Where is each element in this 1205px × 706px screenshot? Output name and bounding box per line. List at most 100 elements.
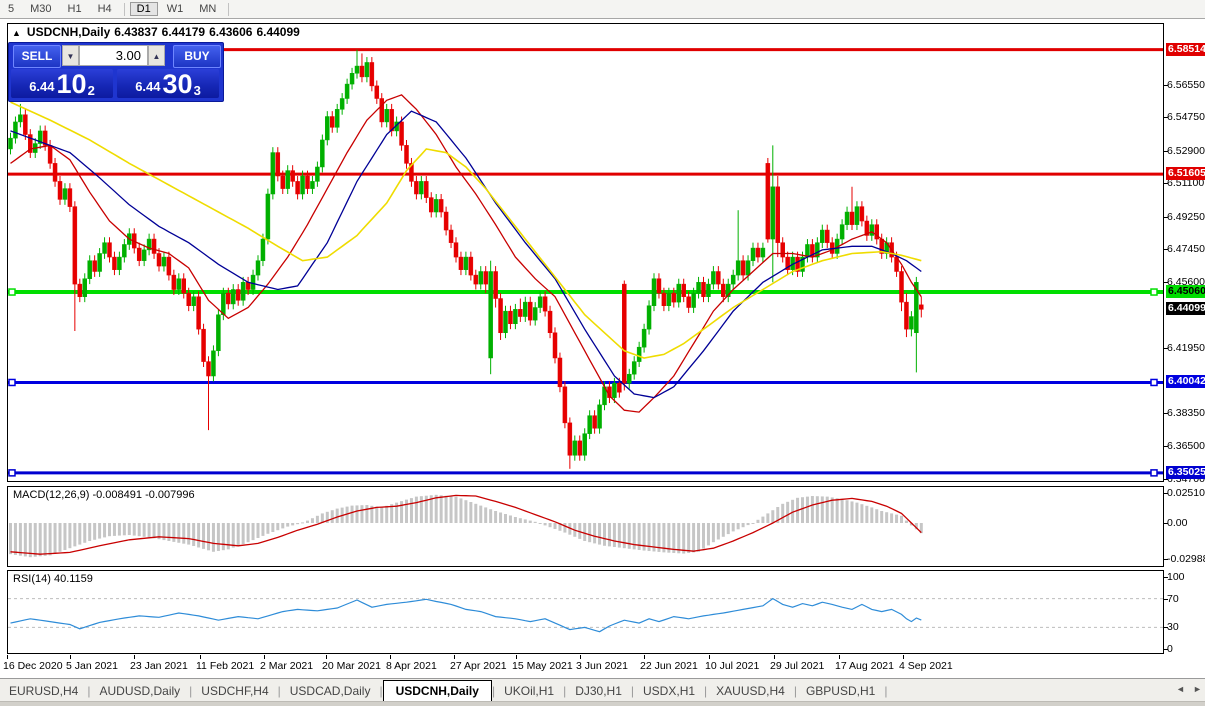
candle-body: [518, 309, 523, 317]
macd-histogram-bar: [870, 507, 874, 523]
macd-histogram-bar: [355, 505, 359, 523]
macd-histogram-bar: [33, 523, 37, 557]
candle-body: [478, 271, 483, 285]
macd-histogram-bar: [405, 499, 408, 523]
macd-histogram-bar: [152, 523, 156, 539]
timeframe-button-m30[interactable]: M30: [23, 2, 58, 16]
line-handle[interactable]: [8, 288, 16, 296]
chart-tab-usdx[interactable]: USDX,H1: [634, 681, 704, 702]
candle-body: [82, 278, 87, 297]
buy-price-button[interactable]: 6.44 30 3: [117, 69, 219, 98]
chart-tab-audusd[interactable]: AUDUSD,Daily: [90, 681, 189, 702]
macd-histogram-bar: [147, 523, 151, 538]
macd-histogram-bar: [127, 523, 131, 535]
macd-histogram-bar: [840, 499, 844, 523]
ohlc-close: 6.44099: [256, 25, 300, 39]
collapse-icon[interactable]: ▲: [12, 28, 21, 38]
macd-histogram-bar: [93, 523, 97, 540]
chart-tab-usdcnh[interactable]: USDCNH,Daily: [382, 680, 492, 703]
line-handle[interactable]: [1150, 469, 1158, 477]
timeframe-button-w1[interactable]: W1: [160, 2, 191, 16]
candle-body: [765, 163, 771, 240]
candle-body: [102, 242, 107, 254]
macd-histogram-bar: [890, 513, 894, 523]
timeframe-button-d1[interactable]: D1: [129, 2, 158, 16]
chart-tab-eurusd[interactable]: EURUSD,H4: [0, 681, 87, 702]
macd-histogram-bar: [350, 505, 354, 523]
macd-histogram-bar: [494, 511, 498, 523]
macd-histogram-bar: [271, 523, 275, 532]
price-tick-label: 6.52900: [1167, 144, 1205, 157]
timeframe-button-h4[interactable]: H4: [91, 2, 119, 16]
macd-histogram-bar: [192, 523, 196, 547]
rsi-panel[interactable]: RSI(14) 40.1159: [7, 570, 1164, 654]
candle-body: [463, 256, 469, 270]
sell-price-small: 6.44: [29, 79, 55, 94]
macd-histogram-bar: [182, 523, 186, 544]
rsi-tick-label: 0: [1167, 643, 1173, 655]
tab-scroll-left-icon[interactable]: ◄: [1176, 684, 1185, 694]
price-tick-label: 6.56550: [1167, 78, 1205, 91]
macd-histogram-bar: [18, 523, 22, 556]
rsi-chart[interactable]: [8, 571, 1163, 653]
axis-tick: [1164, 248, 1168, 250]
timeframe-button-h1[interactable]: H1: [61, 2, 89, 16]
volume-decrease-icon[interactable]: ▼: [62, 45, 79, 66]
date-tick: [390, 655, 391, 659]
chart-tab-usdchf[interactable]: USDCHF,H4: [192, 681, 277, 702]
macd-histogram-bar: [469, 502, 473, 523]
axis-tick: [1164, 446, 1168, 448]
candle-body: [617, 382, 622, 393]
macd-histogram-bar: [306, 520, 309, 523]
candle-body: [483, 271, 488, 285]
candle-body: [364, 62, 370, 78]
timeframe-button-mn[interactable]: MN: [192, 2, 223, 16]
macd-histogram-bar: [687, 523, 691, 553]
sell-button[interactable]: SELL: [13, 45, 61, 68]
macd-histogram-bar: [885, 512, 889, 523]
sell-price-button[interactable]: 6.44 10 2: [11, 69, 113, 98]
line-handle[interactable]: [8, 469, 16, 477]
line-handle[interactable]: [1150, 288, 1158, 296]
chart-tab-usdcad[interactable]: USDCAD,Daily: [281, 681, 380, 702]
macd-histogram-bar: [672, 523, 676, 553]
candle-body: [196, 296, 201, 330]
axis-tick: [1164, 478, 1168, 480]
candle-body: [904, 301, 909, 330]
timeframe-button-5[interactable]: 5: [1, 2, 21, 16]
line-handle[interactable]: [1150, 378, 1158, 387]
volume-increase-icon[interactable]: ▲: [148, 45, 165, 66]
candle-body: [320, 139, 325, 168]
axis-tick: [1164, 492, 1168, 494]
candle-body: [438, 199, 444, 213]
candle-body: [419, 181, 424, 195]
macd-histogram-bar: [266, 523, 270, 534]
volume-input[interactable]: 3.00: [79, 45, 148, 66]
macd-histogram-bar: [98, 523, 102, 539]
candle-body: [532, 307, 538, 321]
buy-button[interactable]: BUY: [173, 45, 221, 68]
candle-body: [245, 282, 251, 290]
chart-tab-ukoil[interactable]: UKOil,H1: [495, 681, 563, 702]
macd-histogram-bar: [246, 523, 250, 543]
macd-histogram-bar: [63, 523, 67, 550]
toolbar-separator: [228, 2, 230, 16]
candle-body: [112, 256, 117, 270]
axis-tick: [1164, 84, 1168, 86]
macd-histogram-bar: [702, 523, 705, 549]
candle-body: [582, 433, 587, 456]
candle-body: [13, 121, 18, 139]
date-label: 3 Jun 2021: [576, 660, 628, 672]
candle-body: [151, 238, 157, 254]
line-handle[interactable]: [8, 378, 16, 387]
tab-scroll-right-icon[interactable]: ►: [1193, 684, 1202, 694]
macd-panel[interactable]: MACD(12,26,9) -0.008491 -0.007996: [7, 486, 1164, 567]
chart-tab-gbpusd[interactable]: GBPUSD,H1: [797, 681, 884, 702]
chart-tab-dj30[interactable]: DJ30,H1: [566, 681, 631, 702]
candle-body: [523, 301, 528, 317]
candle-body: [577, 440, 582, 456]
date-tick: [200, 655, 201, 659]
macd-histogram-bar: [409, 498, 413, 523]
chart-tab-xauusd[interactable]: XAUUSD,H4: [707, 681, 794, 702]
candle-body: [275, 152, 281, 177]
